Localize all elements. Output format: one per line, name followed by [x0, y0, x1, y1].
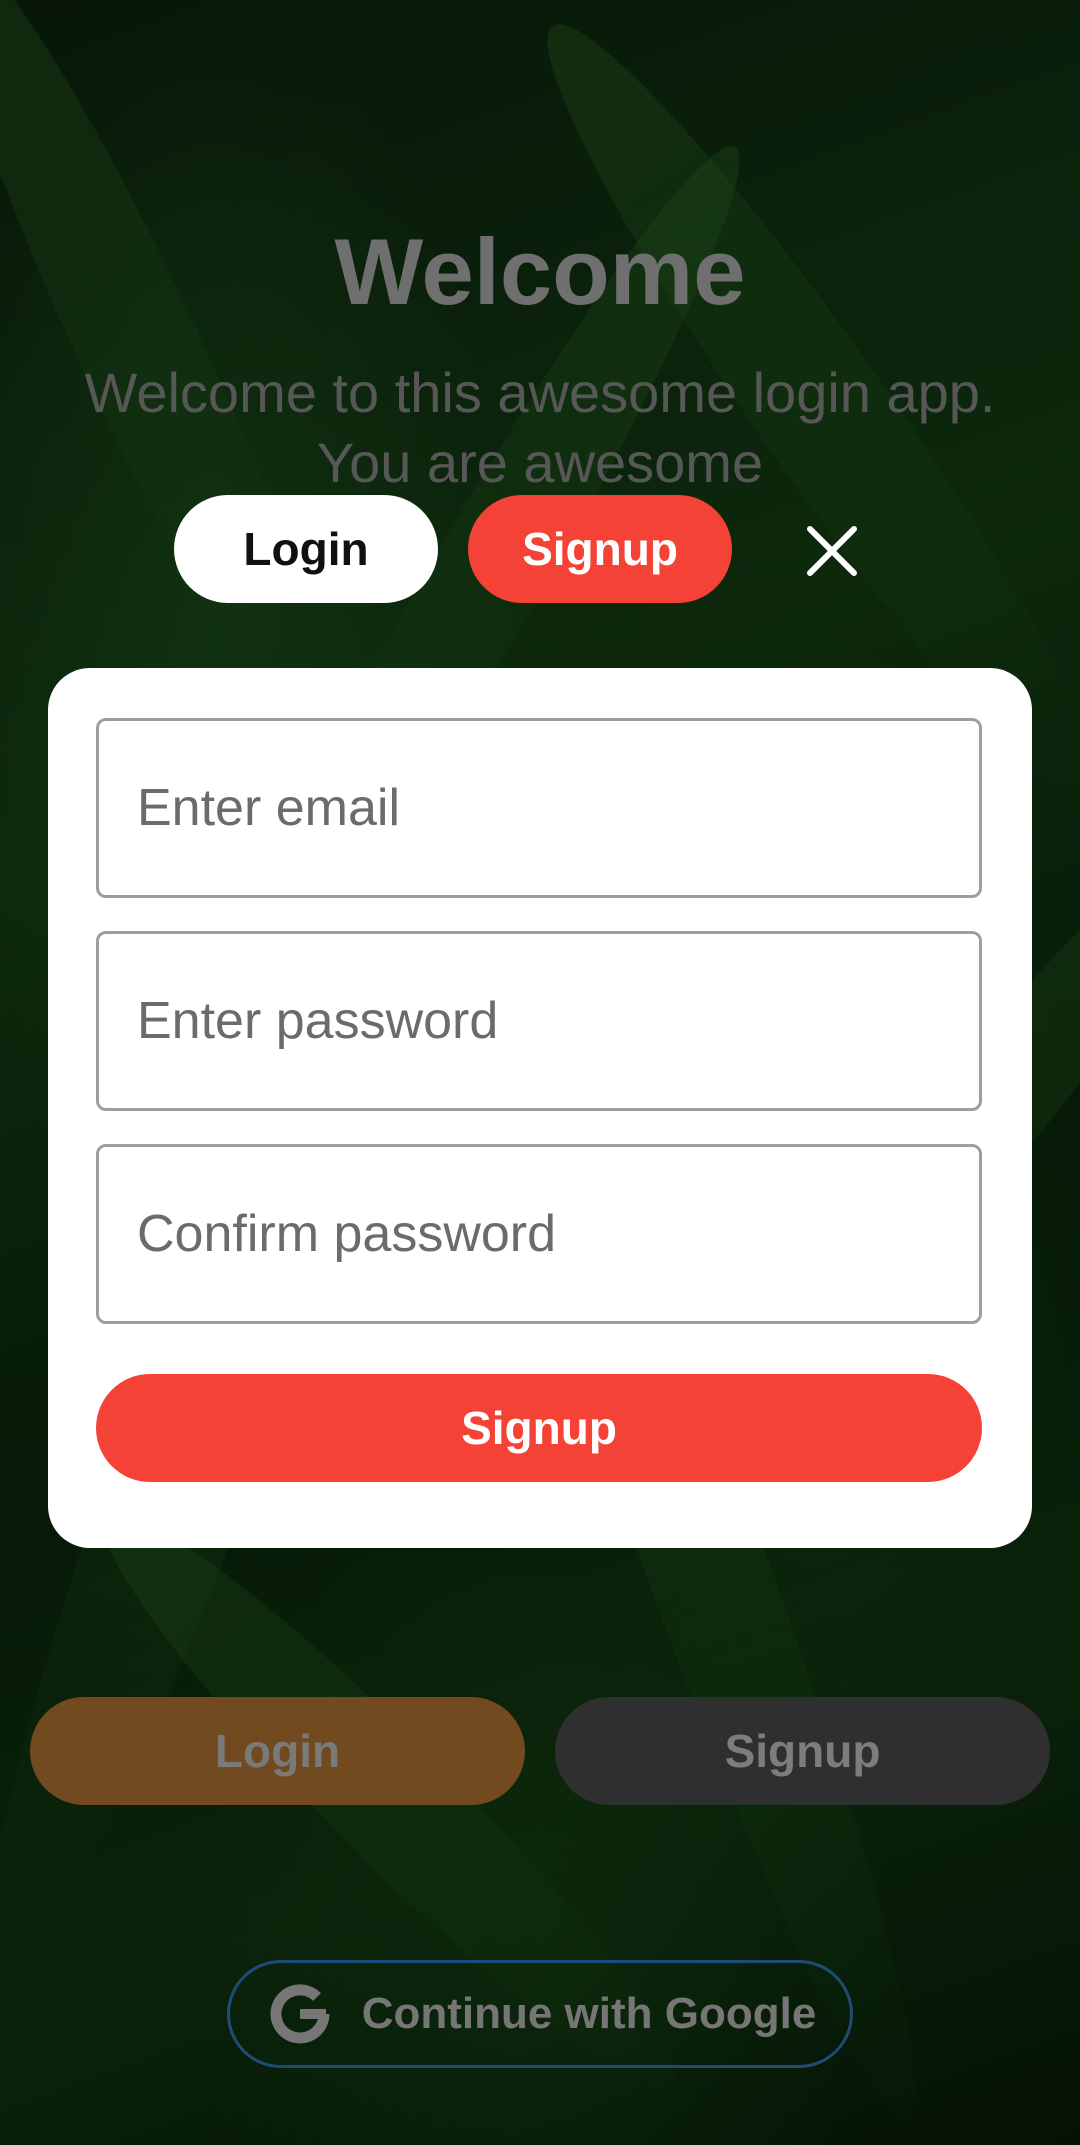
email-field[interactable]: [96, 718, 982, 898]
welcome-subtitle: Welcome to this awesome login app. You a…: [84, 361, 996, 494]
signup-form-card: Signup: [48, 668, 1032, 1548]
login-tab-button[interactable]: Login: [174, 495, 438, 603]
password-field[interactable]: [96, 931, 982, 1111]
signup-tab-button[interactable]: Signup: [468, 495, 732, 603]
confirm-password-input[interactable]: [135, 1203, 979, 1265]
google-g-icon: [270, 1984, 330, 2044]
email-input[interactable]: [135, 777, 979, 839]
welcome-title: Welcome: [334, 219, 746, 324]
google-button-label: Continue with Google: [361, 1989, 817, 2038]
login-button[interactable]: Login: [30, 1697, 525, 1805]
signup-button[interactable]: Signup: [555, 1697, 1050, 1805]
auth-tab-row: Login Signup: [0, 495, 1080, 603]
signup-submit-button[interactable]: Signup: [96, 1374, 982, 1482]
close-icon[interactable]: [800, 519, 864, 583]
continue-with-google-button[interactable]: Continue with Google: [227, 1960, 853, 2068]
background-action-row: Login Signup: [0, 1697, 1080, 1805]
confirm-password-field[interactable]: [96, 1144, 982, 1324]
password-input[interactable]: [135, 990, 979, 1052]
